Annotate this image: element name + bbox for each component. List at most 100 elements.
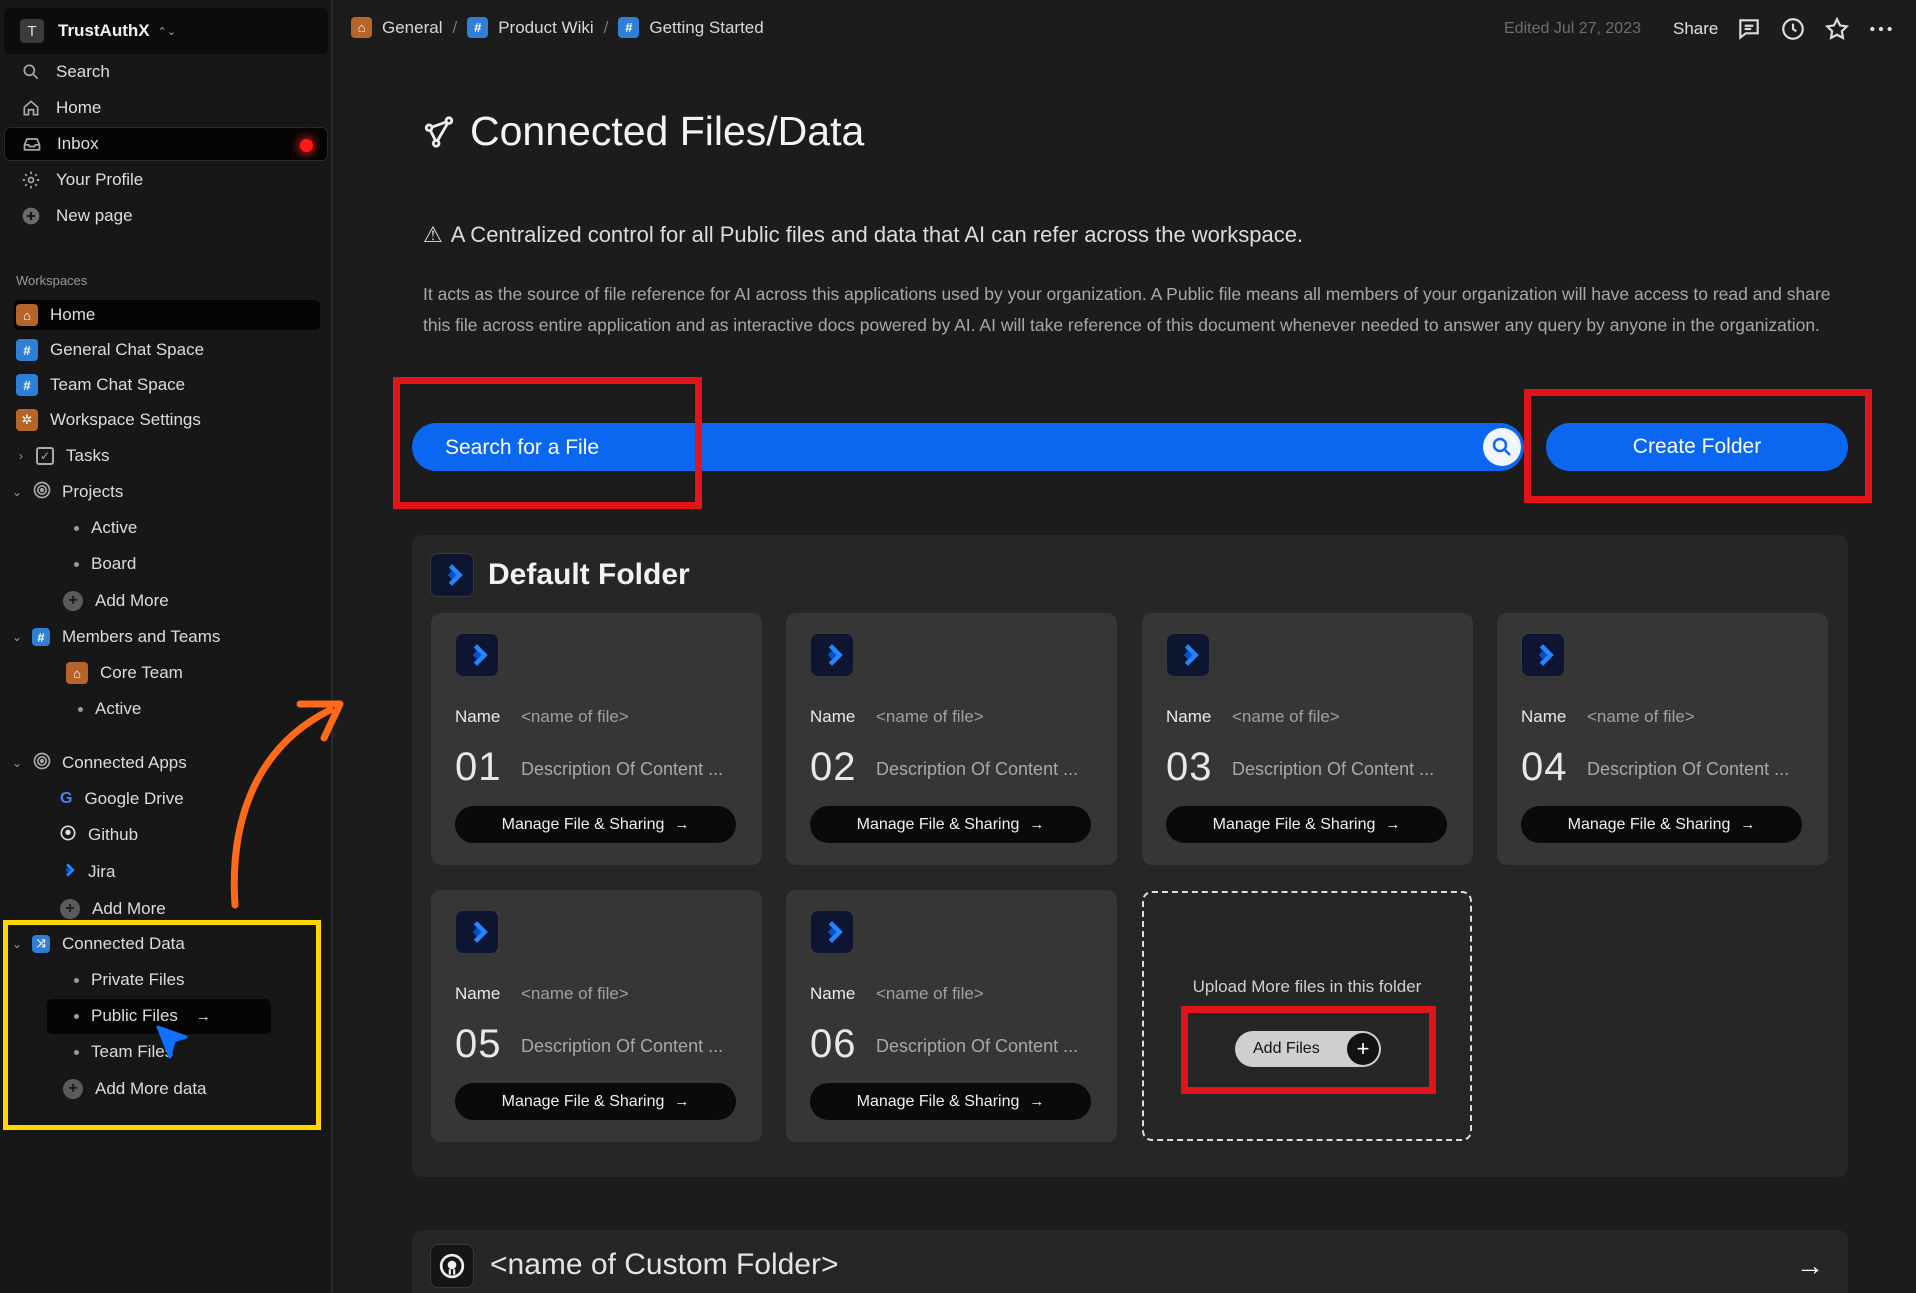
breadcrumb-separator: / — [452, 17, 458, 37]
file-name-value: <name of file> — [876, 707, 984, 726]
search-icon — [20, 61, 42, 83]
tree-item-members-teams[interactable]: ⌄ # Members and Teams — [10, 621, 220, 653]
manage-file-label: Manage File & Sharing — [856, 815, 1020, 833]
workspace-switcher[interactable]: T TrustAuthX ⌃⌄ — [4, 8, 328, 54]
upload-text: Upload More files in this folder — [1192, 977, 1422, 996]
manage-file-button[interactable]: Manage File & Sharing → — [810, 806, 1091, 843]
top-bar: ⌂ General / # Product Wiki / # Getting S… — [335, 0, 1916, 58]
folder-header: Default Folder — [430, 553, 690, 597]
chevron-down-icon[interactable]: ⌄ — [10, 756, 24, 770]
file-card: Name <name of file> 04 Description Of Co… — [1497, 613, 1828, 865]
tree-item-workspace-settings[interactable]: ✲ Workspace Settings — [16, 404, 201, 436]
tree-item-projects-add[interactable]: + Add More — [63, 585, 169, 617]
inbox-icon — [21, 133, 43, 155]
tree-label: Add More — [92, 899, 166, 918]
tree-item-google-drive[interactable]: G Google Drive — [60, 783, 184, 815]
breadcrumb-product-wiki[interactable]: Product Wiki — [498, 18, 593, 38]
hash-icon: # — [32, 628, 50, 646]
tree-label: Team Chat Space — [50, 375, 186, 394]
tree-label: Active — [91, 518, 138, 537]
arrow-right-icon[interactable]: → — [1796, 1250, 1824, 1282]
tree-label: Active — [95, 699, 142, 718]
file-description: Description Of Content ... — [521, 759, 724, 779]
chevron-down-icon[interactable]: ⌄ — [10, 485, 24, 499]
annotation-highlight-box — [1524, 389, 1872, 503]
tree-label: General Chat Space — [50, 340, 205, 359]
file-number: 05 — [455, 1022, 502, 1066]
manage-file-button[interactable]: Manage File & Sharing → — [455, 806, 736, 843]
breadcrumb-getting-started[interactable]: Getting Started — [649, 18, 763, 38]
bullet — [74, 561, 79, 567]
tree-item-connected-apps[interactable]: ⌄ Connected Apps — [10, 747, 187, 779]
chevron-right-icon[interactable]: › — [14, 449, 28, 463]
tree-item-core-team[interactable]: ⌂ Core Team — [66, 657, 183, 689]
tree-item-general-chat[interactable]: # General Chat Space — [16, 334, 204, 366]
tree-item-members-active[interactable]: Active — [78, 693, 141, 725]
google-icon: G — [60, 790, 73, 807]
folder-title: Default Folder — [488, 558, 690, 591]
tree-item-jira[interactable]: Jira — [60, 856, 115, 888]
tree-label: Add More — [95, 591, 169, 610]
manage-file-button[interactable]: Manage File & Sharing → — [455, 1083, 736, 1120]
file-name-value: <name of file> — [1587, 707, 1695, 726]
arrow-right-icon: → — [1029, 816, 1045, 833]
file-description: Description Of Content ... — [521, 1036, 724, 1056]
home-icon: ⌂ — [66, 662, 88, 684]
file-card: Name <name of file> 06 Description Of Co… — [786, 890, 1117, 1142]
manage-file-button[interactable]: Manage File & Sharing → — [1166, 806, 1447, 843]
file-name-label: Name — [1521, 707, 1567, 726]
annotation-highlight-box — [1181, 1006, 1436, 1094]
custom-folder[interactable]: <name of Custom Folder> → — [412, 1230, 1848, 1293]
more-icon[interactable] — [1868, 16, 1894, 42]
breadcrumb-general[interactable]: General — [382, 18, 442, 38]
home-icon: ⌂ — [16, 304, 38, 326]
manage-file-label: Manage File & Sharing — [501, 815, 665, 833]
chevron-down-icon[interactable]: ⌄ — [10, 630, 24, 644]
warning-callout: ⚠ A Centralized control for all Public f… — [423, 222, 1303, 248]
arrow-right-icon: → — [1740, 816, 1756, 833]
custom-folder-title: <name of Custom Folder> — [490, 1248, 839, 1281]
page-description: It acts as the source of file reference … — [423, 284, 1831, 335]
file-description: Description Of Content ... — [876, 759, 1079, 779]
file-description: Description Of Content ... — [1587, 759, 1790, 779]
file-name-value: <name of file> — [876, 984, 984, 1003]
notification-dot — [300, 139, 313, 152]
manage-file-label: Manage File & Sharing — [1567, 815, 1731, 833]
comment-icon[interactable] — [1736, 16, 1762, 42]
manage-file-button[interactable]: Manage File & Sharing → — [810, 1083, 1091, 1120]
hash-icon: # — [467, 17, 489, 38]
star-icon[interactable] — [1824, 16, 1850, 42]
history-icon[interactable] — [1780, 16, 1806, 42]
home-icon — [20, 97, 42, 119]
nav-search[interactable]: Search — [4, 55, 328, 89]
jira-icon — [455, 910, 499, 954]
tree-item-team-chat[interactable]: # Team Chat Space — [16, 369, 185, 401]
nav-profile[interactable]: Your Profile — [4, 163, 328, 197]
file-name-value: <name of file> — [521, 984, 629, 1003]
nav-new-page[interactable]: New page — [4, 199, 328, 233]
annotation-arrow-icon — [220, 690, 350, 915]
file-name-label: Name — [1166, 707, 1212, 726]
nav-home[interactable]: Home — [4, 91, 328, 125]
workspace-name: TrustAuthX — [58, 21, 150, 40]
tree-label: Connected Apps — [62, 753, 187, 772]
tree-item-projects[interactable]: ⌄ Projects — [10, 476, 123, 508]
page-title: Connected Files/Data — [422, 108, 864, 155]
search-button[interactable] — [1483, 428, 1521, 466]
hash-icon: # — [16, 339, 38, 361]
nav-inbox[interactable]: Inbox — [4, 127, 328, 161]
tree-item-tasks[interactable]: › ✓ Tasks — [14, 440, 109, 472]
share-button[interactable]: Share — [1673, 19, 1718, 39]
page-title-text: Connected Files/Data — [470, 108, 865, 154]
tree-item-home[interactable]: ⌂ Home — [16, 299, 95, 331]
tree-item-projects-board[interactable]: Board — [74, 548, 136, 580]
arrow-right-icon: → — [1029, 1093, 1045, 1110]
manage-file-button[interactable]: Manage File & Sharing → — [1521, 806, 1802, 843]
breadcrumb: ⌂ General / # Product Wiki / # Getting S… — [351, 17, 764, 38]
edited-timestamp: Edited Jul 27, 2023 — [1504, 20, 1641, 37]
tree-item-projects-active[interactable]: Active — [74, 512, 137, 544]
tree-item-github[interactable]: Github — [60, 819, 138, 851]
arrow-right-icon: → — [674, 816, 690, 833]
jira-icon — [810, 910, 854, 954]
manage-file-label: Manage File & Sharing — [856, 1092, 1020, 1110]
